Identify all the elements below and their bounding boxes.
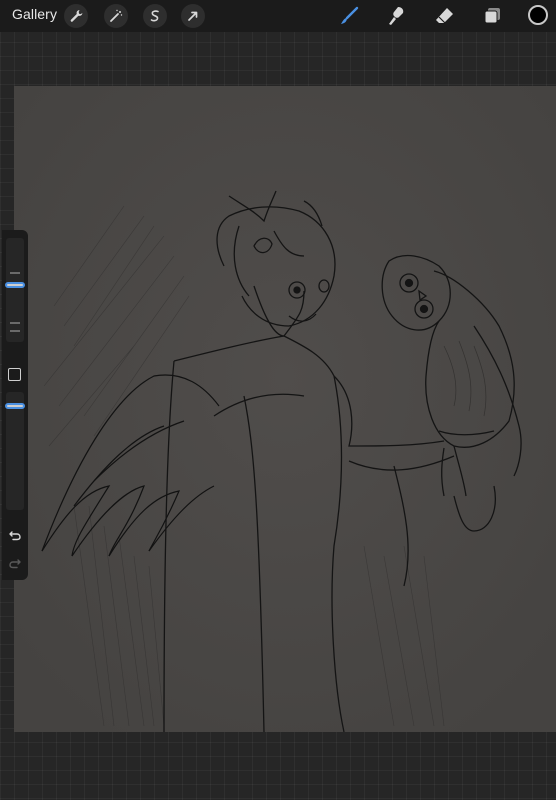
- undo-icon: [9, 531, 21, 541]
- redo-icon: [9, 559, 21, 569]
- eraser-button[interactable]: [431, 3, 457, 29]
- canvas-background: [0, 732, 556, 800]
- opacity-handle[interactable]: [5, 403, 25, 410]
- gallery-button[interactable]: Gallery: [12, 6, 57, 22]
- brush-button[interactable]: [336, 3, 362, 29]
- modify-button[interactable]: [8, 368, 21, 381]
- sketch-artwork: [14, 86, 556, 732]
- opacity-slider[interactable]: [6, 392, 24, 510]
- adjustments-button[interactable]: [104, 4, 128, 28]
- transform-button[interactable]: [181, 4, 205, 28]
- color-picker-button[interactable]: [528, 5, 548, 25]
- brush-icon: [341, 6, 359, 24]
- actions-button[interactable]: [64, 4, 88, 28]
- selection-button[interactable]: [143, 4, 167, 28]
- top-toolbar: Gallery: [0, 0, 556, 32]
- smudge-button[interactable]: [383, 3, 409, 29]
- magic-wand-icon: [110, 9, 123, 22]
- slider-tick: [10, 330, 20, 332]
- side-toolbar: [2, 230, 28, 580]
- drawing-canvas[interactable]: [14, 86, 556, 732]
- smudge-icon: [389, 7, 404, 25]
- wrench-icon: [70, 10, 83, 22]
- selection-s-icon: [150, 10, 159, 22]
- brush-size-handle[interactable]: [5, 282, 25, 289]
- layers-icon: [484, 8, 500, 24]
- layers-button[interactable]: [479, 3, 505, 29]
- slider-tick: [10, 272, 20, 274]
- slider-tick: [10, 322, 20, 324]
- brush-size-slider[interactable]: [6, 238, 24, 342]
- eraser-icon: [436, 8, 453, 24]
- transform-arrow-icon: [188, 11, 198, 21]
- redo-button[interactable]: [6, 554, 24, 572]
- undo-button[interactable]: [6, 526, 24, 544]
